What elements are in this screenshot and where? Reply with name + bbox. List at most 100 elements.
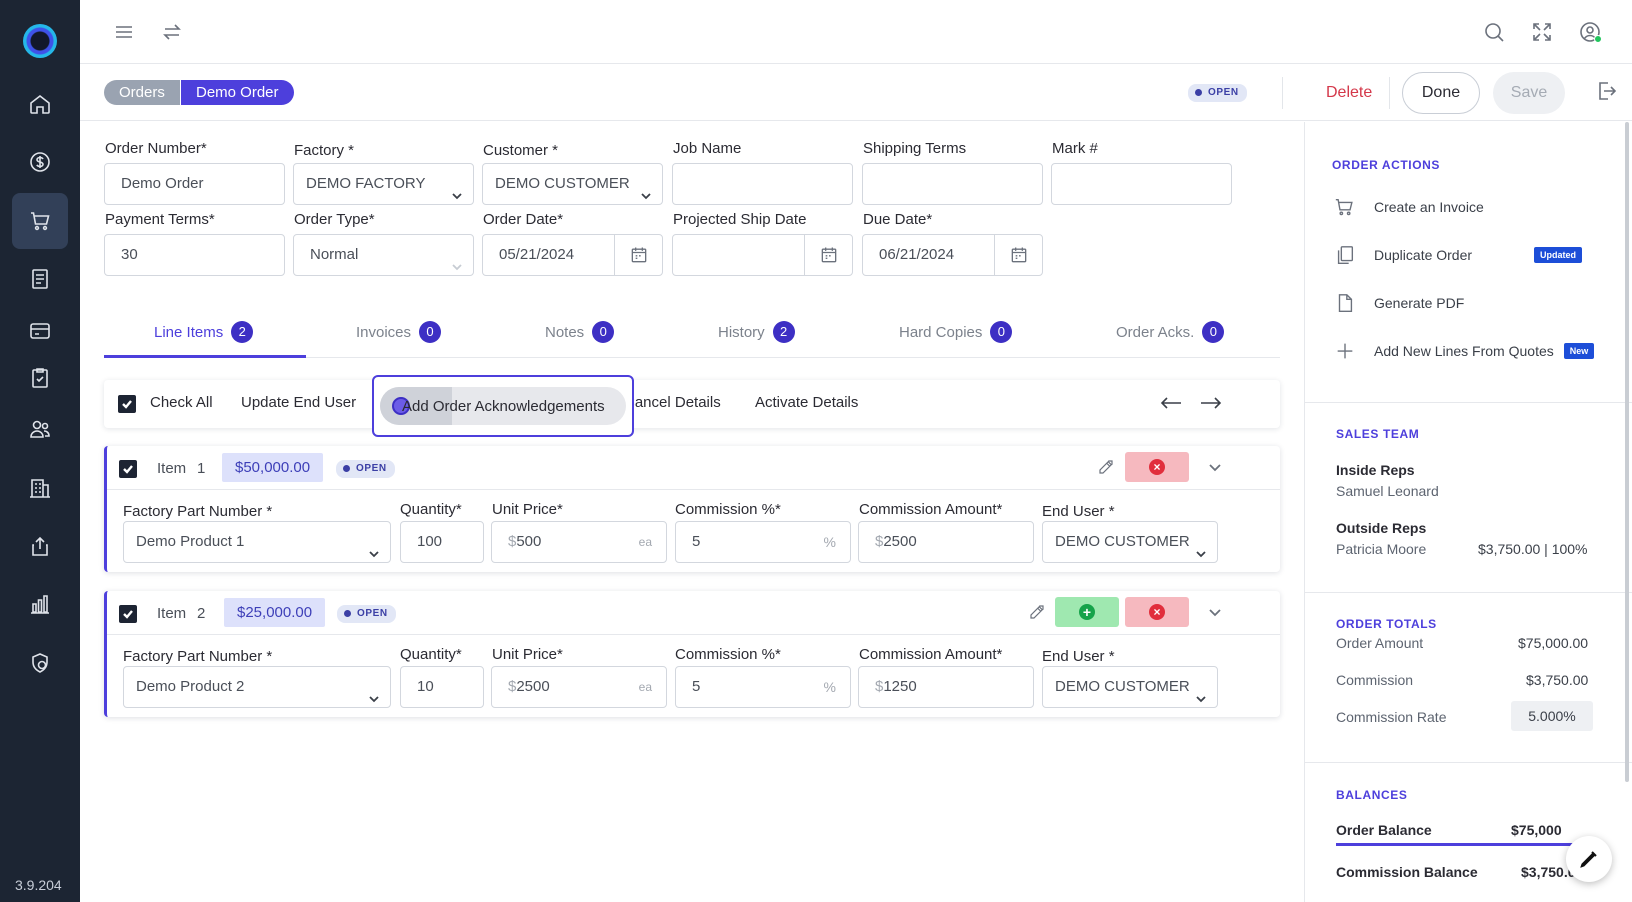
due-date-field[interactable]: 06/21/2024 [862,234,1043,276]
home-icon[interactable] [12,76,68,132]
unit-price-field[interactable]: $2500 ea [491,666,667,708]
tab-notes[interactable]: Notes 0 [545,314,615,350]
check-all-button[interactable]: Check All [150,394,213,411]
commission-pct-field[interactable]: 5% [675,666,851,708]
document-icon[interactable] [12,251,68,307]
commission-pct-field[interactable]: 5% [675,521,851,563]
end-user-select[interactable]: DEMO CUSTOMER [1042,521,1218,563]
support-chat-button[interactable] [1566,836,1612,882]
bar-chart-icon[interactable] [12,576,68,632]
chevron-down-icon[interactable] [1208,460,1222,479]
order-number-label: Order Number* [105,140,207,157]
search-icon[interactable] [1480,18,1508,46]
outside-reps-label: Outside Reps [1336,520,1427,536]
divider [1305,402,1632,403]
item-label: Item [157,605,187,622]
arrow-right-icon[interactable] [1200,395,1222,416]
quantity-field[interactable]: 10 [400,666,484,708]
line-items-toolbar: Check All Update End User Cancel Details… [104,380,1280,428]
part-number-select[interactable]: Demo Product 1 [123,521,391,563]
cancel-details-button[interactable]: Cancel Details [624,394,721,411]
commission-amount-field[interactable]: $2500 [858,521,1034,563]
quantity-field[interactable]: 100 [400,521,484,563]
line-item-checkbox[interactable] [119,605,137,623]
factory-select[interactable]: DEMO FACTORY [293,163,474,205]
calendar-icon[interactable] [614,235,662,275]
shipping-terms-field[interactable] [862,163,1043,205]
tab-order-acks[interactable]: Order Acks. 0 [1116,314,1225,350]
part-number-label: Factory Part Number * [123,503,273,520]
order-number-field[interactable]: Demo Order [104,163,285,205]
mark-field[interactable] [1051,163,1232,205]
cart-icon[interactable] [12,193,68,249]
app-version: 3.9.204 [15,877,62,893]
action-bar: Orders Demo Order OPEN Delete Done Save [80,65,1632,121]
tab-hard-copies[interactable]: Hard Copies 0 [899,314,1013,350]
sidebar: 3.9.204 [0,0,80,902]
app-logo[interactable] [23,24,57,58]
add-lines-from-quotes-action[interactable]: Add New Lines From Quotes New [1334,339,1595,363]
payment-terms-label: Payment Terms* [105,211,215,228]
remove-line-button[interactable]: × [1125,597,1189,627]
side-panel-scrollbar[interactable] [1625,122,1629,782]
part-number-value: Demo Product 1 [136,533,245,550]
add-order-acks-focus-ring: Add Order Acknowledgements [372,375,634,437]
line-item-checkbox[interactable] [119,460,137,478]
calendar-icon[interactable] [994,235,1042,275]
order-type-label: Order Type* [294,211,375,228]
share-icon[interactable] [12,518,68,574]
delete-button[interactable]: Delete [1314,77,1384,109]
end-user-select[interactable]: DEMO CUSTOMER [1042,666,1218,708]
mark-label: Mark # [1052,140,1098,157]
save-button[interactable]: Save [1493,72,1565,114]
edit-icon[interactable] [1097,458,1115,481]
status-dot [1195,89,1202,96]
order-amount-value: $75,000.00 [1518,635,1589,651]
tab-invoices[interactable]: Invoices 0 [356,314,442,350]
dollar-icon[interactable] [12,134,68,190]
exit-icon[interactable] [1594,79,1618,108]
unit-price-field[interactable]: $500 ea [491,521,667,563]
activate-details-button[interactable]: Activate Details [755,394,858,411]
tab-history[interactable]: History 2 [718,314,795,350]
tab-line-items[interactable]: Line Items 2 [154,314,254,350]
calendar-icon[interactable] [804,235,852,275]
payment-terms-field[interactable]: 30 [104,234,285,276]
edit-icon[interactable] [1028,603,1046,626]
item-label: Item [157,460,187,477]
customer-value: DEMO CUSTOMER [495,175,630,192]
chevron-down-icon[interactable] [1208,605,1222,624]
order-type-select[interactable]: Normal [293,234,474,276]
building-icon[interactable] [12,460,68,516]
duplicate-order-action[interactable]: Duplicate Order Updated [1334,243,1583,267]
generate-pdf-action[interactable]: Generate PDF [1334,291,1464,315]
order-date-field[interactable]: 05/21/2024 [482,234,663,276]
create-invoice-action[interactable]: Create an Invoice [1334,195,1484,219]
job-name-field[interactable] [672,163,853,205]
clipboard-check-icon[interactable] [12,350,68,406]
remove-line-button[interactable]: × [1125,452,1189,482]
commission-amount-label: Commission Amount* [859,501,1003,518]
add-order-acks-button[interactable]: Add Order Acknowledgements [380,387,626,425]
cart-icon [1335,198,1353,216]
customer-select[interactable]: DEMO CUSTOMER [482,163,663,205]
done-button[interactable]: Done [1402,72,1480,114]
users-icon[interactable] [12,401,68,457]
order-balance-label: Order Balance [1336,822,1432,838]
update-end-user-button[interactable]: Update End User [241,394,356,411]
user-avatar-icon[interactable] [1576,18,1604,46]
part-number-select[interactable]: Demo Product 2 [123,666,391,708]
order-status-badge: OPEN [1188,83,1247,102]
projected-ship-date-field[interactable] [672,234,853,276]
switch-arrows-icon[interactable] [158,18,186,46]
settings-shield-icon[interactable] [12,635,68,691]
breadcrumb-orders[interactable]: Orders [104,80,180,105]
check-all-checkbox[interactable] [118,395,136,413]
commission-amount-field[interactable]: $1250 [858,666,1034,708]
sales-team-title: SALES TEAM [1336,427,1420,441]
menu-icon[interactable] [110,18,138,46]
add-line-button[interactable]: + [1055,597,1119,627]
fullscreen-icon[interactable] [1528,18,1556,46]
action-label: Generate PDF [1374,295,1465,311]
arrow-left-icon[interactable] [1160,395,1182,416]
